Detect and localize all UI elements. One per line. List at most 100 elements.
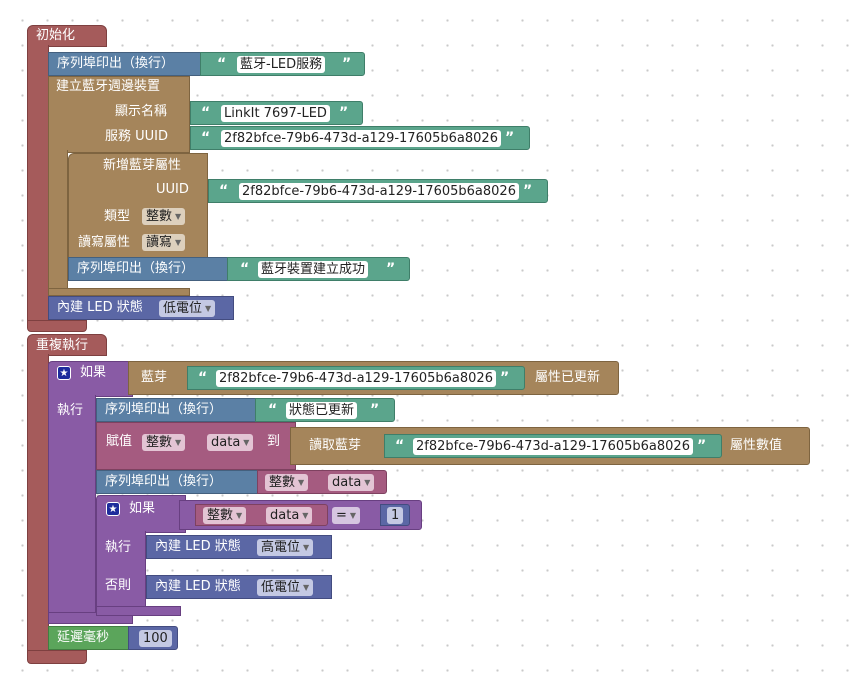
text-block[interactable]: “ 藍牙-LED服務 ” — [200, 52, 365, 76]
quote-close-icon: ” — [386, 261, 396, 277]
dropdown-arrow-icon: ▼ — [298, 478, 305, 487]
dropdown-arrow-icon: ▼ — [236, 511, 243, 520]
text-field[interactable]: 藍牙裝置建立成功 — [258, 261, 369, 278]
serial-print-block[interactable]: 序列埠印出（換行） — [48, 52, 208, 76]
gear-icon[interactable]: ★ — [106, 502, 120, 516]
attribute-uuid-field[interactable]: 2f82bfce-79b6-473d-a129-17605b6a8026 — [239, 183, 519, 200]
quote-close-icon: ” — [505, 130, 515, 146]
dropdown-arrow-icon: ▼ — [175, 438, 182, 447]
serial-print-label: 序列埠印出（換行） — [105, 474, 223, 489]
assign-label: 賦值 — [106, 434, 133, 449]
delay-value-field[interactable]: 100 — [139, 630, 172, 647]
condition-uuid-text-block[interactable]: “ 2f82bfce-79b6-473d-a129-17605b6a8026 ” — [187, 366, 525, 390]
attribute-rw-dropdown[interactable]: 讀寫 ▼ — [142, 234, 186, 251]
compare-variable-dropdown[interactable]: data ▼ — [266, 507, 313, 524]
led-state-block[interactable]: 內建 LED 狀態 低電位 ▼ — [48, 296, 234, 320]
dropdown-arrow-icon: ▼ — [243, 438, 250, 447]
quote-open-icon: “ — [198, 370, 208, 386]
quote-open-icon: “ — [217, 56, 227, 72]
device-name-label: 顯示名稱 — [115, 104, 168, 119]
led-state-dropdown[interactable]: 低電位 ▼ — [257, 579, 314, 596]
ble-prefix-label: 藍芽 — [141, 370, 168, 385]
if-label: 如果 — [80, 365, 107, 380]
led-state-block[interactable]: 內建 LED 狀態 高電位 ▼ — [146, 535, 332, 559]
text-block[interactable]: “ 狀態已更新 ” — [255, 398, 395, 422]
print-variable-dropdown[interactable]: data ▼ — [328, 474, 375, 491]
quote-open-icon: “ — [268, 402, 278, 418]
peripheral-label: 建立藍牙週邊裝置 — [56, 79, 161, 94]
else-label: 否則 — [105, 578, 132, 593]
service-uuid-text-block[interactable]: “ 2f82bfce-79b6-473d-a129-17605b6a8026 ” — [190, 126, 530, 150]
serial-print-label: 序列埠印出（換行） — [105, 402, 223, 417]
serial-print-block[interactable]: 序列埠印出（換行） — [96, 470, 261, 494]
led-state-block[interactable]: 內建 LED 狀態 低電位 ▼ — [146, 575, 332, 599]
assign-variable-dropdown[interactable]: data ▼ — [207, 434, 254, 451]
serial-print-label: 序列埠印出（換行） — [57, 56, 175, 71]
setup-label: 初始化 — [36, 28, 76, 43]
quote-open-icon: “ — [201, 130, 211, 146]
text-block[interactable]: “ 藍牙裝置建立成功 ” — [227, 257, 410, 281]
delay-block[interactable]: 延遲毫秒 — [48, 626, 133, 650]
led-state-label: 內建 LED 狀態 — [57, 300, 143, 315]
dropdown-arrow-icon: ▼ — [205, 304, 212, 313]
delay-label: 延遲毫秒 — [57, 630, 110, 645]
quote-open-icon: “ — [395, 438, 405, 454]
serial-print-block[interactable]: 序列埠印出（換行） — [96, 398, 261, 422]
attribute-value-label: 屬性數值 — [730, 438, 783, 453]
serial-print-block[interactable]: 序列埠印出（換行） — [68, 257, 233, 281]
led-state-dropdown[interactable]: 低電位 ▼ — [159, 300, 216, 317]
variable-get-block[interactable]: 整數 ▼ data ▼ — [257, 470, 387, 494]
variable-get-block[interactable]: 整數 ▼ data ▼ — [195, 504, 328, 526]
led-state-label: 內建 LED 狀態 — [155, 579, 241, 594]
read-uuid-field[interactable]: 2f82bfce-79b6-473d-a129-17605b6a8026 — [413, 438, 693, 455]
if-label: 如果 — [129, 501, 156, 516]
assign-block[interactable]: 賦值 整數 ▼ data ▼ 到 — [96, 422, 296, 470]
quote-open-icon: “ — [219, 183, 229, 199]
compare-type-dropdown[interactable]: 整數 ▼ — [203, 507, 247, 524]
service-uuid-label: 服務 UUID — [105, 129, 169, 144]
do-label: 執行 — [105, 540, 132, 555]
attribute-type-label: 類型 — [104, 209, 131, 224]
compare-value-field[interactable]: 1 — [387, 507, 404, 524]
dropdown-arrow-icon: ▼ — [175, 212, 182, 221]
device-name-text-block[interactable]: “ LinkIt 7697-LED ” — [190, 101, 363, 125]
quote-close-icon: ” — [342, 56, 352, 72]
dropdown-arrow-icon: ▼ — [303, 543, 310, 552]
quote-close-icon: ” — [523, 183, 533, 199]
text-field[interactable]: 藍牙-LED服務 — [237, 56, 326, 73]
led-state-dropdown[interactable]: 高電位 ▼ — [257, 539, 314, 556]
serial-print-label: 序列埠印出（換行） — [77, 261, 195, 276]
gear-icon[interactable]: ★ — [57, 366, 71, 380]
dropdown-arrow-icon: ▼ — [175, 238, 182, 247]
condition-uuid-field[interactable]: 2f82bfce-79b6-473d-a129-17605b6a8026 — [216, 370, 496, 387]
attribute-uuid-label: UUID — [156, 182, 189, 197]
read-uuid-text-block[interactable]: “ 2f82bfce-79b6-473d-a129-17605b6a8026 ” — [384, 434, 722, 458]
quote-close-icon: ” — [500, 370, 510, 386]
loop-label: 重複執行 — [36, 338, 89, 353]
assign-to-label: 到 — [267, 434, 281, 449]
updated-label: 屬性已更新 — [535, 370, 601, 385]
attribute-type-dropdown[interactable]: 整數 ▼ — [142, 208, 186, 225]
compare-operator-dropdown[interactable]: = ▼ — [332, 507, 361, 524]
assign-type-dropdown[interactable]: 整數 ▼ — [142, 434, 186, 451]
led-state-label: 內建 LED 狀態 — [155, 539, 241, 554]
quote-close-icon: ” — [339, 105, 349, 121]
attribute-uuid-text-block[interactable]: “ 2f82bfce-79b6-473d-a129-17605b6a8026 ” — [208, 179, 548, 203]
text-field[interactable]: 狀態已更新 — [286, 402, 358, 419]
attribute-rw-label: 讀寫屬性 — [78, 235, 131, 250]
dropdown-arrow-icon: ▼ — [364, 478, 371, 487]
do-label: 執行 — [57, 403, 84, 418]
add-attribute-label: 新增藍芽屬性 — [103, 158, 182, 173]
read-ble-label: 讀取藍芽 — [309, 438, 362, 453]
quote-close-icon: ” — [370, 402, 380, 418]
quote-open-icon: “ — [240, 261, 250, 277]
service-uuid-field[interactable]: 2f82bfce-79b6-473d-a129-17605b6a8026 — [221, 130, 501, 147]
quote-close-icon: ” — [697, 438, 707, 454]
dropdown-arrow-icon: ▼ — [303, 583, 310, 592]
device-name-field[interactable]: LinkIt 7697-LED — [221, 105, 330, 122]
number-block[interactable]: 100 — [128, 626, 178, 650]
print-type-dropdown[interactable]: 整數 ▼ — [265, 474, 309, 491]
quote-open-icon: “ — [201, 105, 211, 121]
number-block[interactable]: 1 — [380, 504, 410, 526]
dropdown-arrow-icon: ▼ — [349, 511, 357, 520]
